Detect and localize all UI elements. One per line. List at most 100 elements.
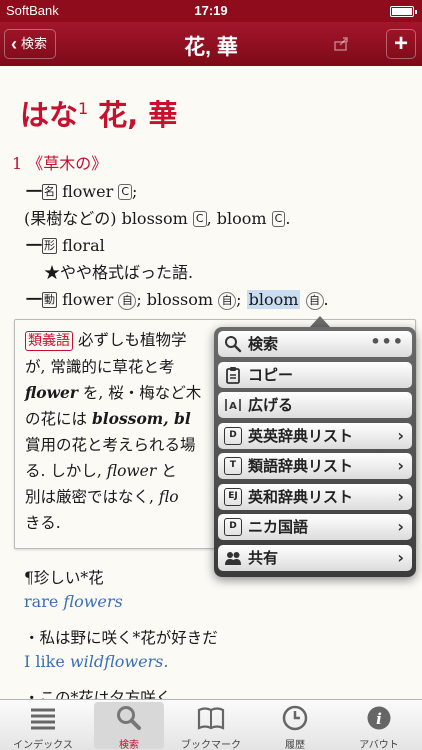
- note-text: と: [161, 462, 177, 480]
- menu-item-share[interactable]: 共有 ›: [218, 544, 412, 571]
- tab-about[interactable]: i アバウト: [344, 702, 414, 750]
- thesaurus-icon: T: [224, 457, 242, 475]
- note-line-7: 別は厳密ではなく, flo: [25, 485, 179, 507]
- menu-item-label: 英英辞典リスト: [248, 426, 354, 445]
- chevron-right-icon: ›: [397, 547, 404, 567]
- note-line-8: きる.: [25, 514, 61, 532]
- menu-item-expand[interactable]: A 広げる: [218, 392, 412, 418]
- ej-dictionary-icon: EJ: [224, 487, 242, 506]
- chevron-right-icon: ›: [397, 486, 404, 506]
- note-em: flower: [25, 383, 78, 402]
- fruit-text: (果樹などの) blossom: [24, 209, 188, 228]
- clipboard-icon: [226, 366, 240, 384]
- status-bar: SoftBank 17:19: [0, 0, 422, 22]
- navigation-bar: ‹ 検索 花, 華 +: [0, 22, 422, 66]
- note-line-5: 賞用の花と考えられる場: [25, 436, 196, 454]
- bilingual-icon: D: [224, 518, 242, 536]
- countable-badge: C: [118, 184, 133, 200]
- pos-noun-badge: 名: [42, 184, 58, 200]
- more-icon[interactable]: •••: [370, 329, 404, 355]
- example-en-text: rare: [24, 592, 64, 611]
- example-ja: ・この*花は夕方咲く: [24, 689, 172, 699]
- selected-word[interactable]: bloom: [246, 290, 301, 309]
- chevron-right-icon: ›: [397, 425, 404, 445]
- note-text: る. しかし,: [25, 462, 102, 480]
- menu-item-label: 共有: [248, 548, 279, 567]
- fruit-bloom-text: , bloom: [206, 209, 267, 228]
- tab-search[interactable]: 検索: [94, 702, 164, 750]
- definition-noun: 一名 flower C;: [26, 182, 138, 201]
- share-icon[interactable]: [334, 35, 350, 51]
- chevron-right-icon: ›: [397, 456, 404, 475]
- menu-item-search[interactable]: 検索 •••: [218, 331, 412, 357]
- tab-index[interactable]: インデックス: [8, 702, 78, 750]
- usage-note: ★やや格式ばった語.: [44, 263, 194, 282]
- note-text: 必ずしも植物学: [77, 331, 187, 349]
- book-icon: [197, 707, 225, 730]
- svg-text:A: A: [229, 401, 237, 412]
- entry-headword: はな1 花, 華: [20, 92, 177, 134]
- synonym-tag: 類義語: [25, 331, 73, 351]
- intransitive-badge: 自: [118, 292, 137, 310]
- note-text: を, 桜・梅など木: [82, 384, 202, 402]
- example-en: rare flowers: [24, 592, 123, 611]
- svg-text:i: i: [376, 710, 382, 728]
- menu-item-ej-dictionaries[interactable]: EJ 英和辞典リスト ›: [218, 483, 412, 510]
- intransitive-badge: 自: [218, 292, 237, 310]
- context-menu-popover: 検索 ••• コピー A 広げる D 英英辞典リスト › T 類語辞典リスト ›…: [214, 327, 416, 577]
- definition-fruit: (果樹などの) blossom C, bloom C.: [24, 209, 291, 228]
- info-icon: i: [367, 706, 391, 730]
- tab-label: 履歴: [285, 740, 305, 750]
- entry-number: 1: [78, 99, 89, 119]
- status-time: 17:19: [194, 3, 228, 18]
- verb-word-flower[interactable]: flower: [62, 290, 113, 309]
- countable-badge: C: [271, 211, 286, 227]
- period: .: [323, 290, 329, 309]
- tab-history[interactable]: 履歴: [260, 702, 330, 750]
- menu-item-label: コピー: [248, 365, 294, 384]
- tab-label: インデックス: [13, 740, 73, 750]
- note-line-6: る. しかし, flower と: [25, 459, 177, 481]
- note-line-4: の花には blossom, bl: [25, 407, 191, 429]
- search-icon: [117, 706, 141, 730]
- page-title: 花, 華: [184, 36, 238, 59]
- verb-word-blossom[interactable]: ; blossom: [136, 290, 213, 309]
- chevron-right-icon: ›: [397, 517, 404, 536]
- separator: ;: [236, 290, 242, 309]
- menu-item-thesaurus[interactable]: T 類語辞典リスト ›: [218, 453, 412, 479]
- example-en: I like wildflowers.: [24, 652, 168, 671]
- note-em: blossom, bl: [91, 409, 191, 428]
- menu-item-copy[interactable]: コピー: [218, 361, 412, 388]
- entry-reading: はな: [20, 98, 79, 132]
- note-line-2: が, 常識的に草花と考: [25, 358, 175, 376]
- menu-item-label: 類語辞典リスト: [248, 457, 354, 475]
- pos-adjective-badge: 形: [42, 238, 58, 254]
- menu-item-label: ニカ国語: [248, 518, 309, 536]
- sense-heading: 1 《草木の》: [12, 154, 108, 173]
- battery-icon: [390, 6, 417, 17]
- example-ja: ・私は野に咲く*花が好きだ: [24, 629, 218, 647]
- definition-verb: 一動 flower 自; blossom 自; bloom 自.: [26, 290, 329, 310]
- tab-bar: インデックス 検索 ブックマーク 履歴 i アバウト: [0, 699, 422, 750]
- note-line-1: 類義語 必ずしも植物学: [25, 328, 186, 351]
- menu-item-label: 検索: [248, 335, 279, 353]
- tab-label: アバウト: [359, 740, 399, 750]
- menu-item-label: 英和辞典リスト: [248, 487, 354, 506]
- people-icon: [225, 551, 241, 565]
- menu-item-bilingual[interactable]: D ニカ国語 ›: [218, 514, 412, 540]
- tab-label: ブックマーク: [181, 740, 241, 750]
- expand-icon: A: [225, 399, 241, 412]
- pos-verb-badge: 動: [42, 292, 58, 308]
- noun-word[interactable]: flower: [62, 182, 113, 201]
- note-line-3: flower を, 桜・梅など木: [25, 381, 201, 403]
- note-text: の花には: [25, 410, 88, 428]
- adjective-word[interactable]: floral: [62, 236, 105, 255]
- clock-icon: [282, 705, 308, 731]
- tab-bookmarks[interactable]: ブックマーク: [176, 702, 246, 750]
- menu-item-ee-dictionaries[interactable]: D 英英辞典リスト ›: [218, 422, 412, 449]
- add-button[interactable]: +: [386, 29, 416, 59]
- search-icon: [225, 336, 242, 353]
- example-ja: ¶珍しい*花: [24, 569, 104, 587]
- menu-item-label: 広げる: [248, 396, 294, 414]
- tab-label: 検索: [119, 740, 139, 750]
